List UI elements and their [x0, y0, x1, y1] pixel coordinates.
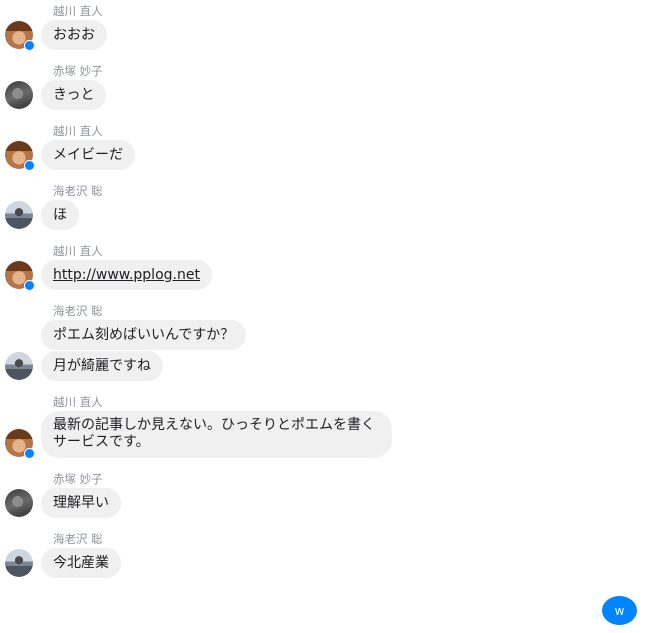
messenger-badge-icon — [24, 40, 35, 51]
message-link[interactable]: http://www.pplog.net — [53, 267, 200, 284]
sender-name: 海老沢 聡 — [53, 532, 103, 546]
avatar-image — [5, 549, 33, 577]
avatar-ebisawa[interactable] — [5, 201, 33, 229]
avatar-koshikawa[interactable] — [5, 261, 35, 291]
avatar-akatsuka[interactable] — [5, 81, 33, 109]
sender-name: 赤塚 妙子 — [53, 64, 103, 78]
avatar-ebisawa[interactable] — [5, 549, 33, 577]
sender-name: 越川 直人 — [53, 4, 103, 18]
chat-thread: 越川 直人 おおお 赤塚 妙子 きっと 越川 直人 メイビーだ 海老沢 聡 ほ … — [0, 0, 645, 633]
message-bubble[interactable]: ほ — [41, 200, 79, 230]
messenger-badge-icon — [24, 448, 35, 459]
avatar-koshikawa[interactable] — [5, 21, 35, 51]
avatar-image — [5, 201, 33, 229]
avatar-koshikawa[interactable] — [5, 141, 35, 171]
sender-name: 越川 直人 — [53, 395, 103, 409]
message-bubble[interactable]: 最新の記事しか見えない。ひっそりとポエムを書くサービスです。 — [41, 411, 392, 458]
message-bubble: http://www.pplog.net — [41, 260, 212, 290]
message-bubble[interactable]: 今北産業 — [41, 548, 121, 578]
avatar-akatsuka[interactable] — [5, 489, 33, 517]
avatar-image — [5, 352, 33, 380]
avatar-image — [5, 81, 33, 109]
floating-action-button[interactable]: w — [602, 596, 637, 625]
sender-name: 赤塚 妙子 — [53, 472, 103, 486]
message-bubble[interactable]: きっと — [41, 80, 107, 110]
fab-label: w — [614, 603, 625, 618]
sender-name: 越川 直人 — [53, 244, 103, 258]
sender-name: 海老沢 聡 — [53, 304, 103, 318]
message-bubble[interactable]: メイビーだ — [41, 140, 135, 170]
sender-name: 海老沢 聡 — [53, 184, 103, 198]
messenger-badge-icon — [24, 280, 35, 291]
avatar-koshikawa[interactable] — [5, 429, 35, 459]
avatar-image — [5, 489, 33, 517]
message-bubble[interactable]: おおお — [41, 20, 107, 50]
message-bubble[interactable]: 月が綺麗ですね — [41, 351, 163, 381]
messenger-badge-icon — [24, 160, 35, 171]
message-bubble[interactable]: ポエム刻めばいいんですか？ — [41, 320, 247, 350]
sender-name: 越川 直人 — [53, 124, 103, 138]
message-bubble[interactable]: 理解早い — [41, 488, 121, 518]
avatar-ebisawa[interactable] — [5, 352, 33, 380]
